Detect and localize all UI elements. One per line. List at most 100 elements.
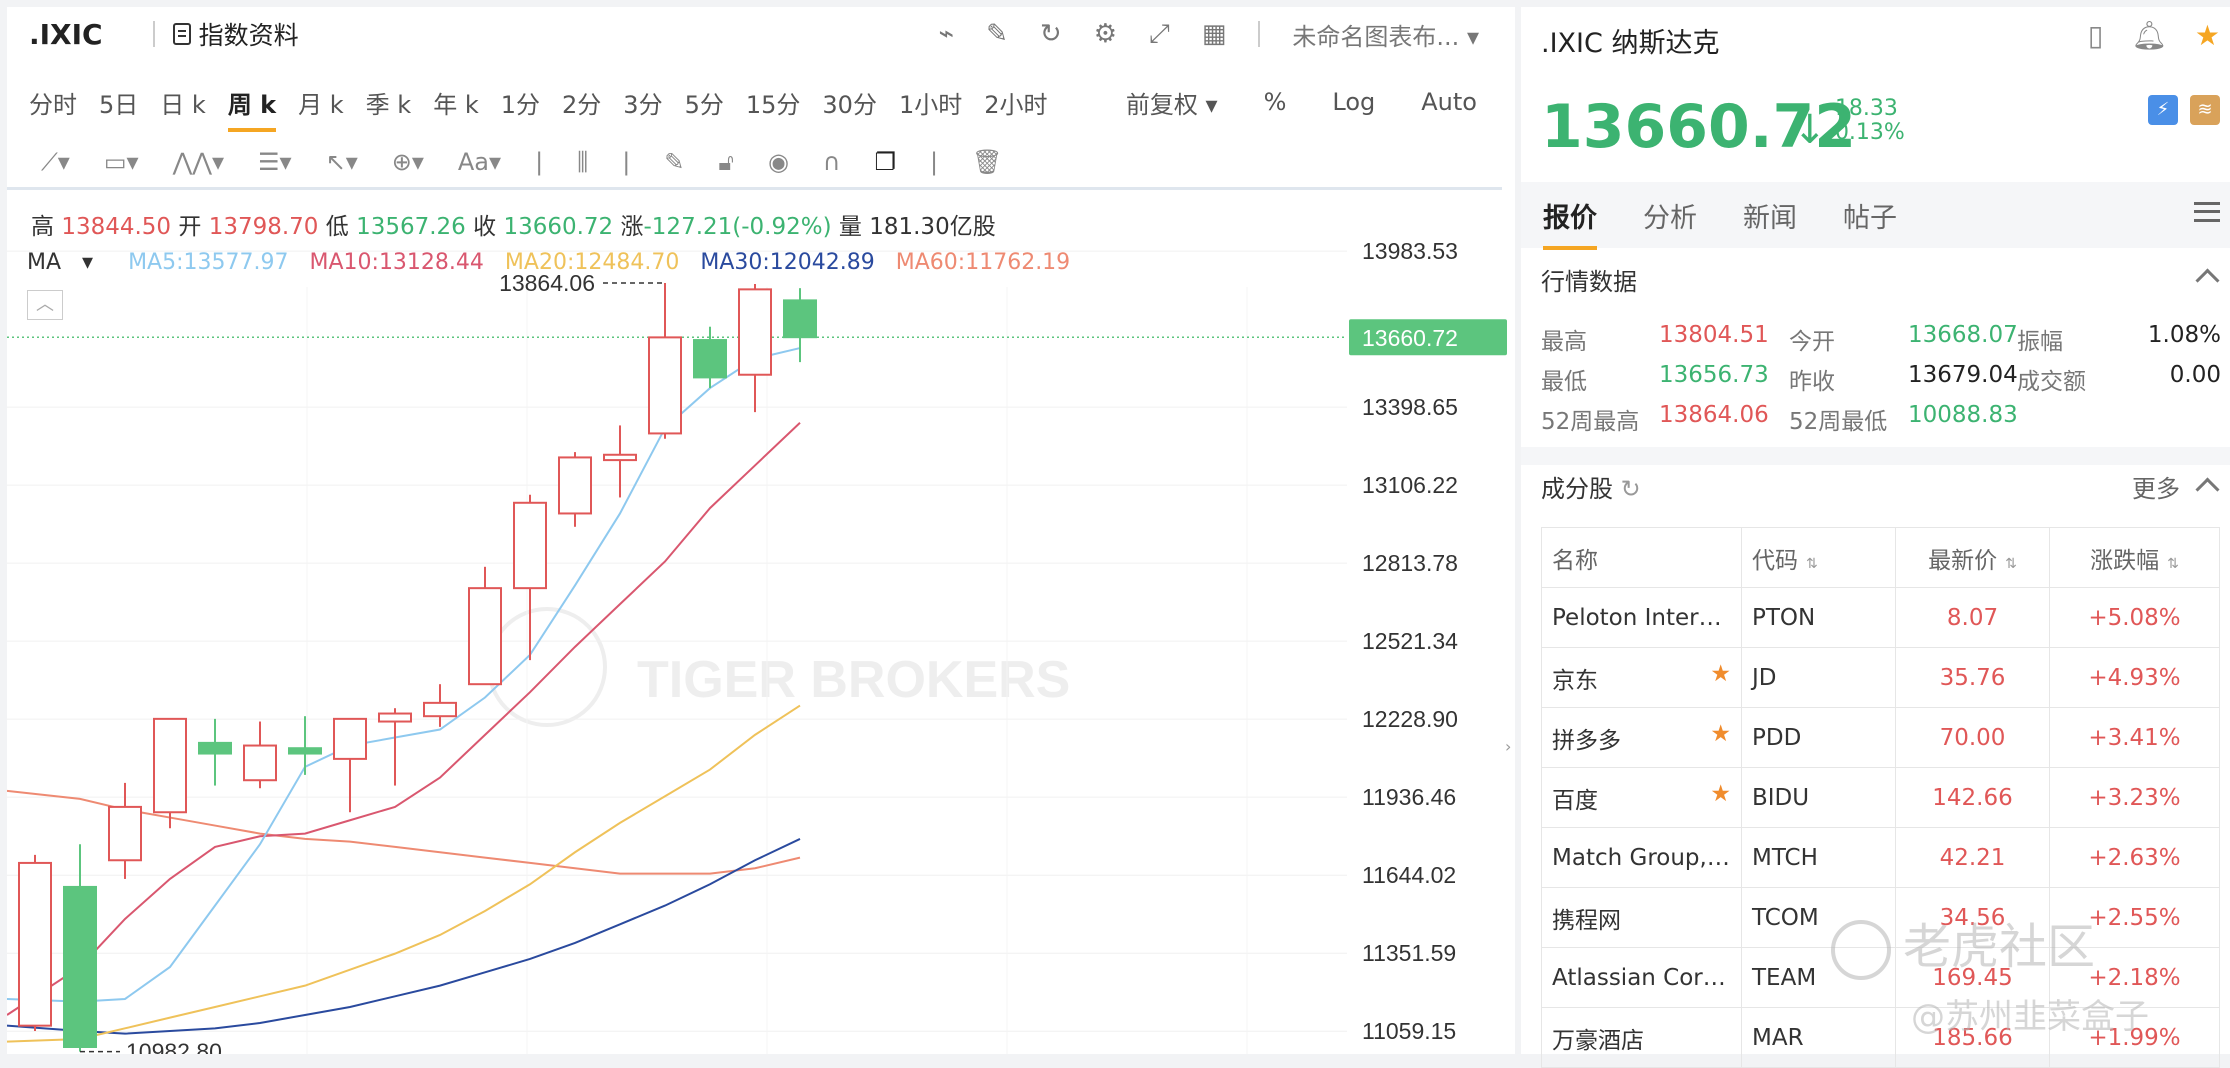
candle-body bbox=[243, 744, 277, 782]
stock-name: Peloton Intera... bbox=[1541, 587, 1742, 648]
stock-name: 携程网 bbox=[1541, 887, 1742, 948]
stock-name-text: 携程网 bbox=[1552, 907, 1621, 934]
stock-code: MAR bbox=[1741, 1007, 1896, 1068]
y-tick-label: 13398.65 bbox=[1362, 394, 1458, 420]
candlestick-chart[interactable]: TIGER BROKERS 13983.53 13398.65 13106.22 12… bbox=[7, 7, 1515, 1054]
table-row[interactable]: Peloton Intera... PTON 8.07 +5.08% bbox=[1541, 587, 2220, 648]
stat-label: 最高 bbox=[1541, 329, 1587, 355]
max-label: 13864.06 bbox=[499, 270, 595, 296]
stat-value: 13668.07 bbox=[1908, 322, 2018, 348]
candle bbox=[153, 717, 187, 829]
stat-value: 13656.73 bbox=[1659, 362, 1769, 388]
sort-icon: ⇅ bbox=[2005, 555, 2017, 572]
bell-icon[interactable]: 🔔︎ bbox=[2131, 19, 2167, 52]
candle bbox=[378, 708, 412, 786]
chart-watermark: TIGER BROKERS bbox=[487, 607, 1070, 727]
table-row[interactable]: Match Group, ... MTCH 42.21 +2.63% bbox=[1541, 827, 2220, 888]
stock-name: Atlassian Corp... bbox=[1541, 947, 1742, 1008]
stat-value: 13679.04 bbox=[1908, 362, 2018, 388]
constituents-label: 成分股 bbox=[1541, 475, 1613, 503]
stock-name: 京东 ★ bbox=[1541, 647, 1742, 708]
col-code[interactable]: 代码 ⇅ bbox=[1741, 527, 1896, 588]
candle-body bbox=[513, 501, 547, 590]
stock-name: 万豪酒店 bbox=[1541, 1007, 1742, 1068]
candle-body bbox=[288, 747, 322, 755]
stock-code: PTON bbox=[1741, 587, 1896, 648]
stock-name-text: 百度 bbox=[1552, 787, 1598, 814]
candle-body bbox=[198, 741, 232, 755]
price-axis: 13983.53 13398.65 13106.22 12813.78 12521.34… bbox=[1349, 238, 1507, 1044]
down-arrow-icon: ↓ bbox=[1793, 107, 1827, 153]
stock-price: 142.66 bbox=[1895, 767, 2050, 828]
col-change-label: 涨跌幅 bbox=[2090, 547, 2160, 574]
candle bbox=[333, 717, 367, 813]
favorite-star-icon[interactable]: ★ bbox=[1710, 661, 1731, 687]
stock-name: Match Group, ... bbox=[1541, 827, 1742, 888]
stock-name-text: Peloton Intera... bbox=[1552, 604, 1735, 631]
candle bbox=[18, 854, 52, 1031]
y-tick-label: 11644.02 bbox=[1362, 862, 1456, 888]
quote-change: -18.33 -0.13% bbox=[1827, 97, 1905, 145]
stock-name-text: 拼多多 bbox=[1552, 727, 1621, 754]
refresh-icon[interactable]: ↻ bbox=[1621, 475, 1641, 503]
table-row[interactable]: 拼多多 ★ PDD 70.00 +3.41% bbox=[1541, 707, 2220, 768]
stat-value: 13804.51 bbox=[1659, 322, 1769, 348]
stat-value: 10088.83 bbox=[1908, 402, 2018, 428]
candle-body bbox=[468, 587, 502, 686]
more-link[interactable]: 更多 bbox=[2132, 469, 2180, 504]
stat-value: 1.08% bbox=[2147, 322, 2221, 348]
stat-label: 52周最高 bbox=[1541, 409, 1640, 435]
candle bbox=[513, 494, 547, 661]
y-tick-label: 11936.46 bbox=[1362, 784, 1456, 810]
stat-label: 昨收 bbox=[1789, 369, 1835, 395]
community-logo-icon bbox=[1831, 920, 1891, 980]
chevron-up-icon[interactable] bbox=[2195, 268, 2220, 293]
menu-icon[interactable] bbox=[2194, 202, 2220, 222]
chart-panel: .IXIC 指数资料 ⌁ ✎ ↻ ⚙ ⤢ ▦ 未命名图表布... ▾ 分时 5日… bbox=[7, 7, 1515, 1054]
stock-code: PDD bbox=[1741, 707, 1896, 768]
stat-label: 成交额 bbox=[2017, 369, 2086, 395]
stock-name-text: 万豪酒店 bbox=[1552, 1027, 1644, 1054]
star-icon[interactable]: ★ bbox=[2195, 19, 2220, 52]
candle bbox=[648, 282, 682, 439]
sort-icon: ⇅ bbox=[1806, 555, 1818, 572]
candle-body bbox=[558, 456, 592, 515]
market-data-header: 行情数据 bbox=[1541, 268, 1637, 296]
tab-quote[interactable]: 报价 bbox=[1543, 196, 1597, 250]
table-row[interactable]: 京东 ★ JD 35.76 +4.93% bbox=[1541, 647, 2220, 708]
col-name[interactable]: 名称 bbox=[1541, 527, 1742, 588]
candle-body bbox=[333, 717, 367, 760]
chevron-up-icon[interactable] bbox=[2195, 477, 2220, 502]
y-tick-label: 13983.53 bbox=[1362, 238, 1458, 264]
lightning-icon[interactable]: ⚡ bbox=[2148, 95, 2178, 125]
y-tick-label: 12813.78 bbox=[1362, 550, 1458, 576]
table-row[interactable]: 百度 ★ BIDU 142.66 +3.23% bbox=[1541, 767, 2220, 828]
quote-actions: ▯ 🔔︎ ★ bbox=[2088, 19, 2220, 52]
stat-value: 0.00 bbox=[2169, 362, 2221, 388]
tab-analysis[interactable]: 分析 bbox=[1643, 196, 1697, 235]
tab-news[interactable]: 新闻 bbox=[1743, 196, 1797, 235]
candle bbox=[288, 716, 322, 775]
stock-change-pct: +5.08% bbox=[2049, 587, 2220, 648]
candle-body bbox=[378, 712, 412, 723]
stock-name: 百度 ★ bbox=[1541, 767, 1742, 828]
tab-posts[interactable]: 帖子 bbox=[1843, 196, 1897, 235]
tiger-logo-icon bbox=[487, 607, 607, 727]
favorite-star-icon[interactable]: ★ bbox=[1710, 781, 1731, 807]
stock-name-text: Atlassian Corp... bbox=[1552, 964, 1740, 991]
community-watermark: 老虎社区 bbox=[1831, 907, 2095, 980]
candle bbox=[198, 718, 232, 786]
chart-watermark-text: TIGER BROKERS bbox=[637, 651, 1070, 709]
favorite-star-icon[interactable]: ★ bbox=[1710, 721, 1731, 747]
min-label: 10982.80 bbox=[126, 1039, 222, 1054]
stock-change-pct: +2.63% bbox=[2049, 827, 2220, 888]
col-change[interactable]: 涨跌幅 ⇅ bbox=[2049, 527, 2220, 588]
col-price[interactable]: 最新价 ⇅ bbox=[1895, 527, 2050, 588]
stock-change-pct: +4.93% bbox=[2049, 647, 2220, 708]
bookmark-icon[interactable]: ▯ bbox=[2088, 19, 2103, 52]
stack-icon[interactable]: ≋ bbox=[2190, 95, 2220, 125]
candle bbox=[693, 326, 727, 389]
stock-price: 35.76 bbox=[1895, 647, 2050, 708]
stock-name-text: 京东 bbox=[1552, 667, 1598, 694]
stat-label: 振幅 bbox=[2017, 329, 2063, 355]
